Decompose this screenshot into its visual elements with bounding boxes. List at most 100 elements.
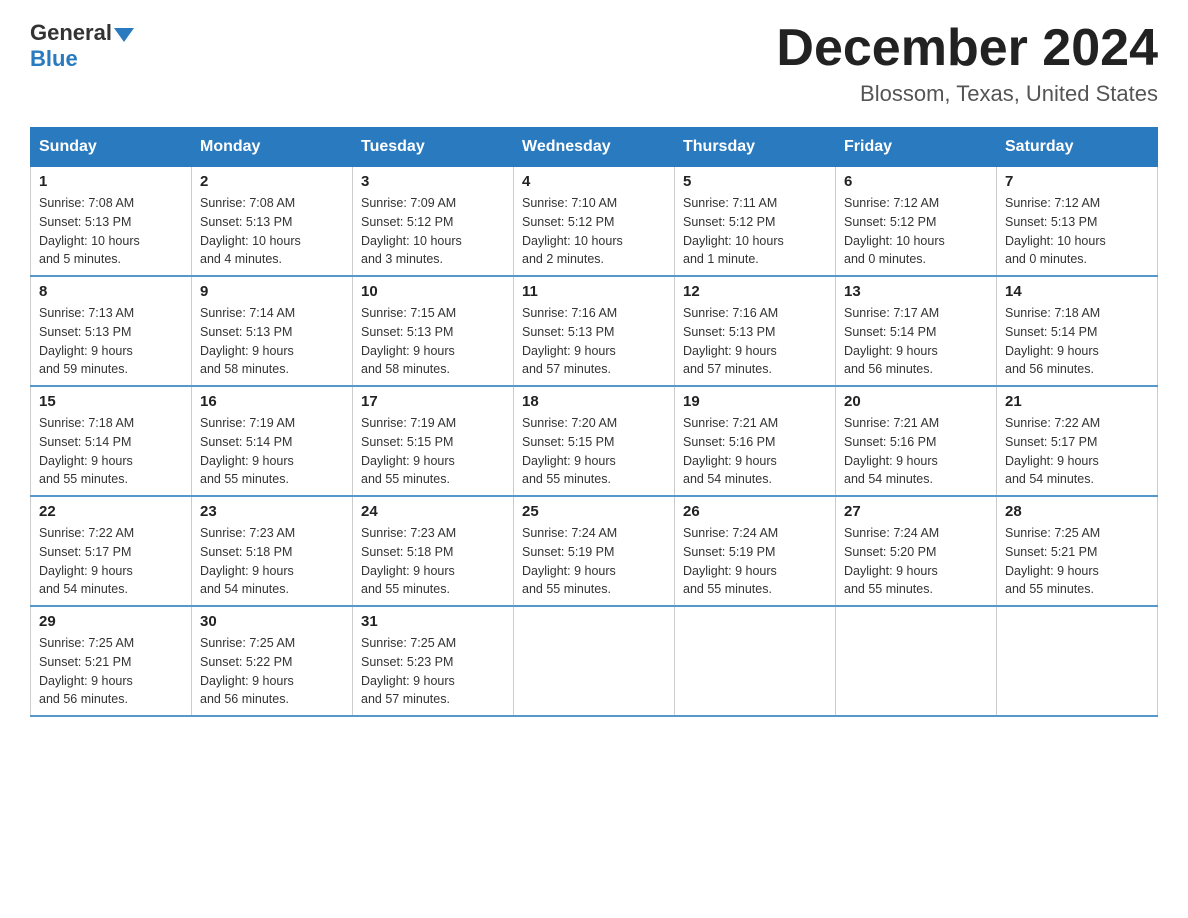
calendar-day-cell: 3Sunrise: 7:09 AM Sunset: 5:12 PM Daylig… (353, 167, 514, 277)
calendar-week-row: 22 Sunrise: 7:22 AM Sunset: 5:17 PM Dayli… (31, 496, 1158, 606)
calendar-day-cell: 26 Sunrise: 7:24 AM Sunset: 5:19 PM Dayli… (675, 496, 836, 606)
calendar-day-cell: 2Sunrise: 7:08 AM Sunset: 5:13 PM Daylig… (192, 167, 353, 277)
day-number: 1 (39, 173, 183, 190)
calendar-day-cell: 31 Sunrise: 7:25 AM Sunset: 5:23 PM Dayli… (353, 606, 514, 716)
calendar-day-cell: 8 Sunrise: 7:13 AM Sunset: 5:13 PM Daylig… (31, 276, 192, 386)
day-number: 4 (522, 173, 666, 190)
day-info: Sunrise: 7:14 AM Sunset: 5:13 PM Dayligh… (200, 304, 344, 379)
header-thursday: Thursday (675, 128, 836, 167)
calendar-day-cell (997, 606, 1158, 716)
calendar-header-row: SundayMondayTuesdayWednesdayThursdayFrid… (31, 128, 1158, 167)
header-saturday: Saturday (997, 128, 1158, 167)
day-info: Sunrise: 7:18 AM Sunset: 5:14 PM Dayligh… (39, 414, 183, 489)
logo-arrow-icon (114, 28, 134, 42)
calendar-day-cell: 1 Sunrise: 7:08 AM Sunset: 5:13 PM Daylig… (31, 167, 192, 277)
page-header: General Blue December 2024 Blossom, Texa… (30, 20, 1158, 107)
calendar-day-cell: 7Sunrise: 7:12 AM Sunset: 5:13 PM Daylig… (997, 167, 1158, 277)
calendar-day-cell: 22 Sunrise: 7:22 AM Sunset: 5:17 PM Dayli… (31, 496, 192, 606)
day-number: 9 (200, 283, 344, 300)
day-number: 13 (844, 283, 988, 300)
calendar-day-cell (836, 606, 997, 716)
day-info: Sunrise: 7:22 AM Sunset: 5:17 PM Dayligh… (1005, 414, 1149, 489)
calendar-day-cell: 27 Sunrise: 7:24 AM Sunset: 5:20 PM Dayli… (836, 496, 997, 606)
day-number: 31 (361, 613, 505, 630)
day-number: 8 (39, 283, 183, 300)
logo-blue-text: Blue (30, 46, 78, 72)
calendar-day-cell: 19 Sunrise: 7:21 AM Sunset: 5:16 PM Dayli… (675, 386, 836, 496)
day-info: Sunrise: 7:25 AM Sunset: 5:21 PM Dayligh… (1005, 524, 1149, 599)
day-number: 30 (200, 613, 344, 630)
day-number: 11 (522, 283, 666, 300)
day-number: 16 (200, 393, 344, 410)
day-number: 19 (683, 393, 827, 410)
day-info: Sunrise: 7:23 AM Sunset: 5:18 PM Dayligh… (361, 524, 505, 599)
calendar-day-cell: 5Sunrise: 7:11 AM Sunset: 5:12 PM Daylig… (675, 167, 836, 277)
day-number: 20 (844, 393, 988, 410)
calendar-day-cell: 13 Sunrise: 7:17 AM Sunset: 5:14 PM Dayli… (836, 276, 997, 386)
calendar-day-cell: 15Sunrise: 7:18 AM Sunset: 5:14 PM Dayli… (31, 386, 192, 496)
day-info: Sunrise: 7:13 AM Sunset: 5:13 PM Dayligh… (39, 304, 183, 379)
day-number: 5 (683, 173, 827, 190)
day-info: Sunrise: 7:23 AM Sunset: 5:18 PM Dayligh… (200, 524, 344, 599)
calendar-week-row: 8 Sunrise: 7:13 AM Sunset: 5:13 PM Daylig… (31, 276, 1158, 386)
calendar-day-cell: 21Sunrise: 7:22 AM Sunset: 5:17 PM Dayli… (997, 386, 1158, 496)
day-info: Sunrise: 7:08 AM Sunset: 5:13 PM Dayligh… (39, 194, 183, 269)
calendar-day-cell: 25 Sunrise: 7:24 AM Sunset: 5:19 PM Dayli… (514, 496, 675, 606)
day-info: Sunrise: 7:25 AM Sunset: 5:23 PM Dayligh… (361, 634, 505, 709)
header-tuesday: Tuesday (353, 128, 514, 167)
day-info: Sunrise: 7:18 AM Sunset: 5:14 PM Dayligh… (1005, 304, 1149, 379)
day-number: 25 (522, 503, 666, 520)
day-number: 17 (361, 393, 505, 410)
calendar-day-cell: 28 Sunrise: 7:25 AM Sunset: 5:21 PM Dayli… (997, 496, 1158, 606)
header-wednesday: Wednesday (514, 128, 675, 167)
day-number: 28 (1005, 503, 1149, 520)
day-info: Sunrise: 7:25 AM Sunset: 5:21 PM Dayligh… (39, 634, 183, 709)
calendar-day-cell: 29 Sunrise: 7:25 AM Sunset: 5:21 PM Dayli… (31, 606, 192, 716)
calendar-table: SundayMondayTuesdayWednesdayThursdayFrid… (30, 127, 1158, 717)
calendar-day-cell: 6Sunrise: 7:12 AM Sunset: 5:12 PM Daylig… (836, 167, 997, 277)
day-number: 22 (39, 503, 183, 520)
calendar-day-cell (675, 606, 836, 716)
header-friday: Friday (836, 128, 997, 167)
calendar-day-cell: 10 Sunrise: 7:15 AM Sunset: 5:13 PM Dayli… (353, 276, 514, 386)
calendar-day-cell: 12 Sunrise: 7:16 AM Sunset: 5:13 PM Dayli… (675, 276, 836, 386)
calendar-day-cell: 17 Sunrise: 7:19 AM Sunset: 5:15 PM Dayli… (353, 386, 514, 496)
day-info: Sunrise: 7:21 AM Sunset: 5:16 PM Dayligh… (844, 414, 988, 489)
day-info: Sunrise: 7:25 AM Sunset: 5:22 PM Dayligh… (200, 634, 344, 709)
day-number: 27 (844, 503, 988, 520)
calendar-day-cell: 11Sunrise: 7:16 AM Sunset: 5:13 PM Dayli… (514, 276, 675, 386)
day-info: Sunrise: 7:17 AM Sunset: 5:14 PM Dayligh… (844, 304, 988, 379)
page-subtitle: Blossom, Texas, United States (776, 81, 1158, 107)
calendar-day-cell: 9 Sunrise: 7:14 AM Sunset: 5:13 PM Daylig… (192, 276, 353, 386)
title-block: December 2024 Blossom, Texas, United Sta… (776, 20, 1158, 107)
calendar-day-cell: 30 Sunrise: 7:25 AM Sunset: 5:22 PM Dayli… (192, 606, 353, 716)
day-info: Sunrise: 7:15 AM Sunset: 5:13 PM Dayligh… (361, 304, 505, 379)
day-number: 3 (361, 173, 505, 190)
day-info: Sunrise: 7:24 AM Sunset: 5:20 PM Dayligh… (844, 524, 988, 599)
calendar-week-row: 29 Sunrise: 7:25 AM Sunset: 5:21 PM Dayli… (31, 606, 1158, 716)
day-info: Sunrise: 7:10 AM Sunset: 5:12 PM Dayligh… (522, 194, 666, 269)
calendar-day-cell: 20 Sunrise: 7:21 AM Sunset: 5:16 PM Dayli… (836, 386, 997, 496)
day-number: 29 (39, 613, 183, 630)
header-sunday: Sunday (31, 128, 192, 167)
calendar-day-cell: 23Sunrise: 7:23 AM Sunset: 5:18 PM Dayli… (192, 496, 353, 606)
calendar-day-cell: 24 Sunrise: 7:23 AM Sunset: 5:18 PM Dayli… (353, 496, 514, 606)
day-number: 18 (522, 393, 666, 410)
day-number: 26 (683, 503, 827, 520)
day-number: 24 (361, 503, 505, 520)
day-info: Sunrise: 7:22 AM Sunset: 5:17 PM Dayligh… (39, 524, 183, 599)
calendar-day-cell: 14Sunrise: 7:18 AM Sunset: 5:14 PM Dayli… (997, 276, 1158, 386)
day-info: Sunrise: 7:24 AM Sunset: 5:19 PM Dayligh… (683, 524, 827, 599)
header-monday: Monday (192, 128, 353, 167)
day-info: Sunrise: 7:19 AM Sunset: 5:15 PM Dayligh… (361, 414, 505, 489)
day-info: Sunrise: 7:21 AM Sunset: 5:16 PM Dayligh… (683, 414, 827, 489)
day-number: 10 (361, 283, 505, 300)
day-info: Sunrise: 7:16 AM Sunset: 5:13 PM Dayligh… (683, 304, 827, 379)
day-number: 12 (683, 283, 827, 300)
day-info: Sunrise: 7:20 AM Sunset: 5:15 PM Dayligh… (522, 414, 666, 489)
day-info: Sunrise: 7:24 AM Sunset: 5:19 PM Dayligh… (522, 524, 666, 599)
day-number: 6 (844, 173, 988, 190)
logo-general-text: General (30, 20, 112, 46)
day-number: 2 (200, 173, 344, 190)
day-info: Sunrise: 7:12 AM Sunset: 5:13 PM Dayligh… (1005, 194, 1149, 269)
